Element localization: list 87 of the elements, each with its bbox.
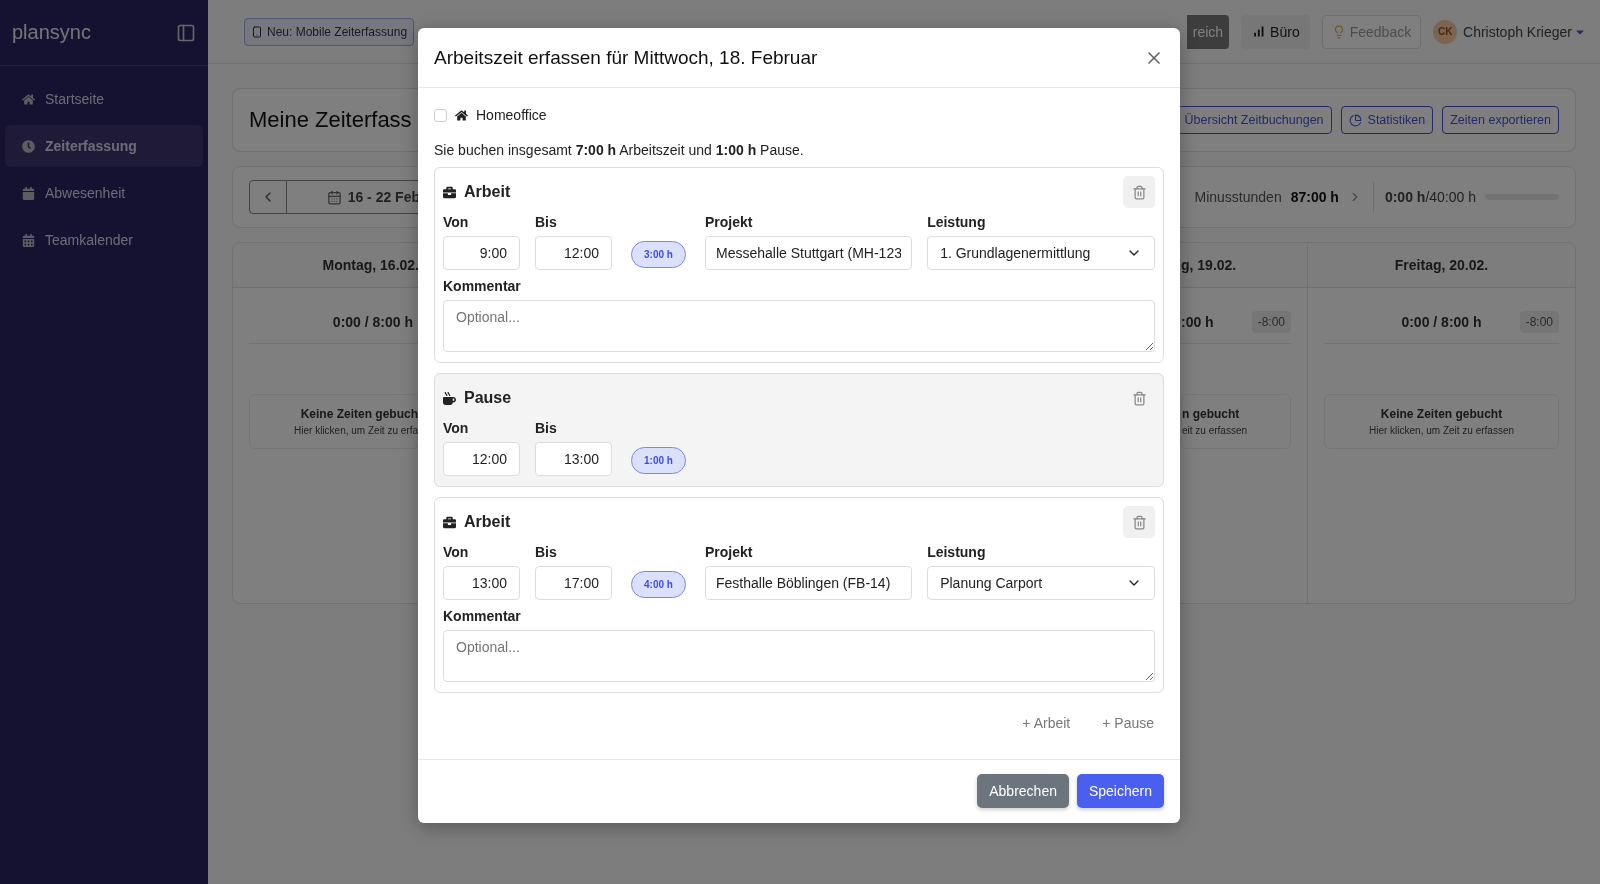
field-label: Bis bbox=[535, 214, 558, 230]
day-title: Montag, 16.02. bbox=[322, 257, 419, 273]
empty-hint: Hier klicken, um Zeit zu erfassen bbox=[1368, 425, 1515, 436]
office-button[interactable]: Büro bbox=[1241, 14, 1310, 49]
previous-week-button[interactable] bbox=[249, 180, 287, 214]
entry-title: Pause bbox=[464, 389, 512, 407]
day-total: :00 h bbox=[1181, 313, 1214, 330]
empty-title: n gebucht bbox=[1182, 407, 1240, 421]
add-entry-button[interactable]: + Pause bbox=[1094, 711, 1162, 735]
trash-icon bbox=[1131, 514, 1147, 530]
sidebar-item[interactable]: Abwesenheit bbox=[5, 172, 203, 214]
end-time-field[interactable]: 13:00 bbox=[535, 442, 612, 476]
briefcase-icon bbox=[443, 515, 456, 529]
week-progress-text: 0:00 h/40:00 h bbox=[1384, 189, 1476, 205]
cup-icon bbox=[443, 391, 456, 405]
delete-button[interactable] bbox=[1123, 176, 1155, 208]
trash-icon bbox=[1131, 390, 1147, 406]
field-label: Leistung bbox=[927, 544, 987, 560]
start-time-field[interactable]: 9:00 bbox=[443, 236, 520, 270]
clock-icon bbox=[22, 139, 35, 153]
duration-badge: 4:00 h bbox=[631, 571, 686, 598]
entry-title: Arbeit bbox=[464, 513, 511, 531]
day-total: 0:00 / 8:00 h bbox=[1401, 313, 1482, 330]
summary-text: Sie buchen insgesamt 7:00 h Arbeitszeit und 1:00 h Pause. bbox=[434, 142, 805, 158]
empty-day-card[interactable]: n gebucht eit zu erfassen bbox=[1181, 394, 1291, 449]
empty-title: Keine Zeiten gebucht bbox=[1380, 407, 1503, 421]
day-title: g, 19.02. bbox=[1181, 257, 1237, 273]
day-total: 0:00 / 8:00 h bbox=[332, 313, 413, 330]
end-time-field[interactable]: 12:00 bbox=[535, 236, 612, 270]
project-field[interactable]: Festhalle Böblingen (FB-14) bbox=[705, 566, 913, 600]
trash-icon bbox=[1131, 184, 1147, 200]
comment-field[interactable]: Optional... bbox=[443, 300, 1155, 352]
balance-value: 87:00 h bbox=[1290, 189, 1339, 205]
field-label: Kommentar bbox=[443, 608, 522, 624]
empty-title: Keine Zeiten gebuch bbox=[300, 407, 418, 421]
empty-day-card[interactable]: Keine Zeiten gebucht Hier klicken, um Zeit zu erfassen bbox=[1324, 394, 1559, 449]
calendar-grid-icon bbox=[22, 233, 35, 247]
project-field[interactable]: Messehalle Stuttgart (MH-123 bbox=[705, 236, 913, 270]
checkbox[interactable] bbox=[434, 108, 447, 122]
end-time-field[interactable]: 17:00 bbox=[535, 566, 612, 600]
duration-badge: 3:00 h bbox=[631, 241, 686, 268]
area-button[interactable]: reich bbox=[1187, 14, 1230, 49]
dialog-title: Arbeitszeit erfassen für Mittwoch, 18. Februar bbox=[434, 46, 818, 69]
checkbox-label: Homeoffice bbox=[476, 107, 547, 123]
service-select[interactable]: 1. Grundlagenermittlung bbox=[927, 236, 1155, 270]
empty-hint: Hier klicken, um Zeit zu erfa bbox=[294, 425, 418, 436]
phone-icon bbox=[251, 25, 263, 38]
empty-hint: eit zu erfassen bbox=[1182, 425, 1248, 436]
field-label: Projekt bbox=[705, 214, 754, 230]
house-icon bbox=[22, 92, 35, 106]
service-select[interactable]: Planung Carport bbox=[927, 566, 1155, 600]
sidebar-toggle-icon[interactable] bbox=[176, 22, 196, 43]
action-button[interactable]: Statistiken bbox=[1340, 106, 1434, 134]
brand-name: plansync bbox=[12, 21, 91, 44]
sidebar-item[interactable]: Startseite bbox=[5, 78, 203, 120]
comment-field[interactable]: Optional... bbox=[443, 630, 1155, 682]
start-time-field[interactable]: 12:00 bbox=[443, 442, 520, 476]
cancel-button[interactable]: Abbrechen bbox=[977, 774, 1069, 808]
sidebar-item[interactable]: Teamkalender bbox=[5, 219, 203, 261]
balance-label: Minusstunden bbox=[1194, 189, 1282, 205]
duration-badge: 1:00 h bbox=[631, 447, 686, 474]
delta-badge: -8:00 bbox=[1519, 310, 1559, 333]
save-button[interactable]: Speichern bbox=[1076, 774, 1164, 808]
delete-button[interactable] bbox=[1123, 506, 1155, 538]
field-label: Von bbox=[443, 420, 470, 436]
house-icon bbox=[455, 108, 468, 122]
calendar-icon bbox=[22, 186, 35, 200]
user-menu[interactable]: CK Christoph Krieger bbox=[1433, 19, 1586, 44]
day-title: Freitag, 20.02. bbox=[1394, 257, 1489, 273]
add-entry-button[interactable]: + Arbeit bbox=[1014, 711, 1079, 735]
field-label: Leistung bbox=[927, 214, 987, 230]
briefcase-icon bbox=[443, 185, 456, 199]
field-label: Von bbox=[443, 214, 470, 230]
pie-chart-icon bbox=[1348, 113, 1362, 127]
page-title: Meine Zeiterfass bbox=[249, 107, 412, 133]
calendar-icon bbox=[326, 189, 342, 205]
field-label: Bis bbox=[535, 544, 558, 560]
signal-bars-icon bbox=[1251, 24, 1267, 39]
delta-badge: -8:00 bbox=[1251, 310, 1291, 333]
announcement-badge[interactable]: Neu: Mobile Zeiterfassung bbox=[244, 17, 415, 46]
start-time-field[interactable]: 13:00 bbox=[443, 566, 520, 600]
field-label: Kommentar bbox=[443, 278, 522, 294]
field-label: Bis bbox=[535, 420, 558, 436]
entry-title: Arbeit bbox=[464, 183, 511, 201]
field-label: Projekt bbox=[705, 544, 754, 560]
action-button[interactable]: Zeiten exportieren bbox=[1442, 106, 1559, 134]
field-label: Von bbox=[443, 544, 470, 560]
